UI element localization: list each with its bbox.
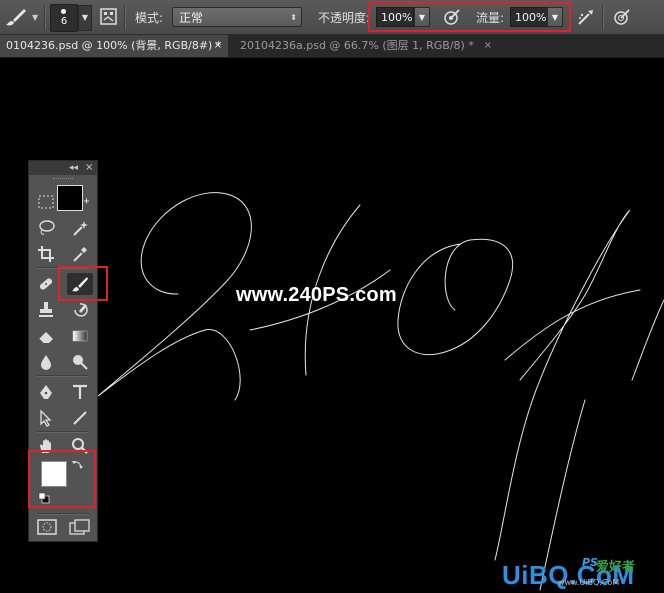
lasso-icon	[39, 220, 55, 235]
handwriting-strokes	[97, 192, 664, 591]
background-color-swatch[interactable]	[57, 185, 83, 211]
document-tab-bar: 0104236.psd @ 100% (背景, RGB/8#) * × 2010…	[0, 35, 664, 58]
gradient-tool[interactable]	[67, 325, 93, 347]
brush-size-value: 6	[60, 16, 68, 27]
pen-tool[interactable]	[33, 381, 59, 403]
mode-label: 模式:	[135, 11, 164, 25]
type-t-icon	[73, 384, 87, 399]
arrow-pointer-icon	[40, 409, 52, 427]
rect-marquee-icon	[38, 195, 54, 209]
quick-mask-icon	[37, 519, 57, 535]
gradient-icon	[72, 330, 88, 342]
history-brush-tool[interactable]	[67, 299, 93, 321]
logo-url: www.UiBQ.CoM	[558, 578, 620, 587]
magic-wand-icon	[73, 221, 88, 236]
tools-divider	[37, 431, 89, 433]
options-separator	[602, 5, 604, 29]
tab-document-inactive[interactable]: 20104236a.psd @ 66.7% (图层 1, RGB/8) * ×	[234, 35, 498, 57]
brush-tool-icon	[6, 9, 26, 26]
mode-value: 正常	[179, 11, 204, 25]
dodge-tool[interactable]	[67, 351, 93, 373]
clone-stamp-tool[interactable]	[33, 299, 59, 321]
collapse-icon[interactable]: ◂◂	[69, 161, 78, 175]
brush-tool-highlight	[58, 266, 108, 301]
screen-mode-icon	[69, 519, 90, 535]
tab-label: 0104236.psd @ 100% (背景, RGB/8#) *	[6, 39, 222, 52]
tab-label: 20104236a.psd @ 66.7% (图层 1, RGB/8) *	[240, 39, 474, 52]
options-bar: ▼ 6 ▼ 模式: 正常 ⬍ 不透明度: 100% ▼ 流量: 100% ▼	[0, 0, 664, 35]
site-logo: UiBQ.CoM PS 爱好者 www.UiBQ.CoM	[500, 556, 664, 593]
flow-dropdown[interactable]: ▼	[547, 7, 563, 27]
stamp-icon	[39, 302, 53, 317]
lasso-tool[interactable]	[33, 217, 59, 239]
tools-divider	[37, 375, 89, 377]
logo-cn-mark: 爱好者	[596, 560, 636, 575]
panel-grip[interactable]	[53, 178, 73, 182]
brush-panel-toggle[interactable]	[100, 8, 117, 25]
airbrush-button[interactable]	[576, 7, 596, 27]
color-swatch-highlight	[28, 450, 96, 508]
screen-mode-button[interactable]	[69, 519, 91, 535]
brush-tip-icon	[61, 9, 66, 14]
line-icon	[73, 411, 87, 425]
pressure-size-button[interactable]	[612, 7, 632, 27]
close-icon[interactable]: ×	[484, 35, 492, 57]
tools-panel-header[interactable]: ◂◂ ×	[29, 161, 97, 175]
magic-wand-tool[interactable]	[67, 217, 93, 239]
options-separator	[44, 5, 46, 29]
flow-label: 流量:	[476, 11, 505, 25]
marquee-tool[interactable]	[33, 191, 59, 213]
flow-input[interactable]: 100%	[510, 7, 548, 27]
tab-document-active[interactable]: 0104236.psd @ 100% (背景, RGB/8#) * ×	[0, 35, 228, 57]
crop-icon	[38, 246, 54, 262]
history-brush-icon	[74, 303, 88, 317]
bandage-icon	[39, 278, 53, 290]
brush-picker-dropdown[interactable]: ▼	[78, 5, 92, 31]
site-watermark: www.240PS.com	[236, 284, 397, 306]
healing-brush-tool[interactable]	[33, 273, 59, 295]
opacity-label: 不透明度:	[318, 11, 371, 25]
dodge-icon	[73, 355, 88, 370]
quick-mask-button[interactable]	[37, 519, 57, 535]
updown-arrows-icon: ⬍	[290, 13, 297, 22]
brush-preset-picker[interactable]: 6	[50, 4, 78, 32]
tablet-size-icon	[614, 9, 630, 25]
line-tool[interactable]	[67, 407, 93, 429]
mode-select[interactable]: 正常 ⬍	[172, 7, 302, 27]
close-icon[interactable]: ×	[214, 35, 222, 57]
blur-drop-icon	[41, 355, 51, 370]
tools-divider	[37, 513, 89, 515]
airbrush-icon	[578, 10, 593, 25]
close-icon[interactable]: ×	[85, 161, 93, 175]
blur-tool[interactable]	[33, 351, 59, 373]
chevron-down-icon: ▼	[32, 13, 39, 22]
path-selection-tool[interactable]	[33, 407, 59, 429]
eyedropper-tool[interactable]	[67, 243, 93, 265]
type-tool[interactable]	[67, 381, 93, 403]
brush-panel-icon	[100, 8, 117, 25]
eyedropper-icon	[73, 247, 87, 262]
eraser-icon	[38, 332, 53, 344]
options-separator	[124, 5, 126, 29]
pen-nib-icon	[40, 385, 52, 399]
crop-tool[interactable]	[33, 243, 59, 265]
tool-preset-picker[interactable]: ▼	[4, 6, 40, 28]
eraser-tool[interactable]	[33, 325, 59, 347]
